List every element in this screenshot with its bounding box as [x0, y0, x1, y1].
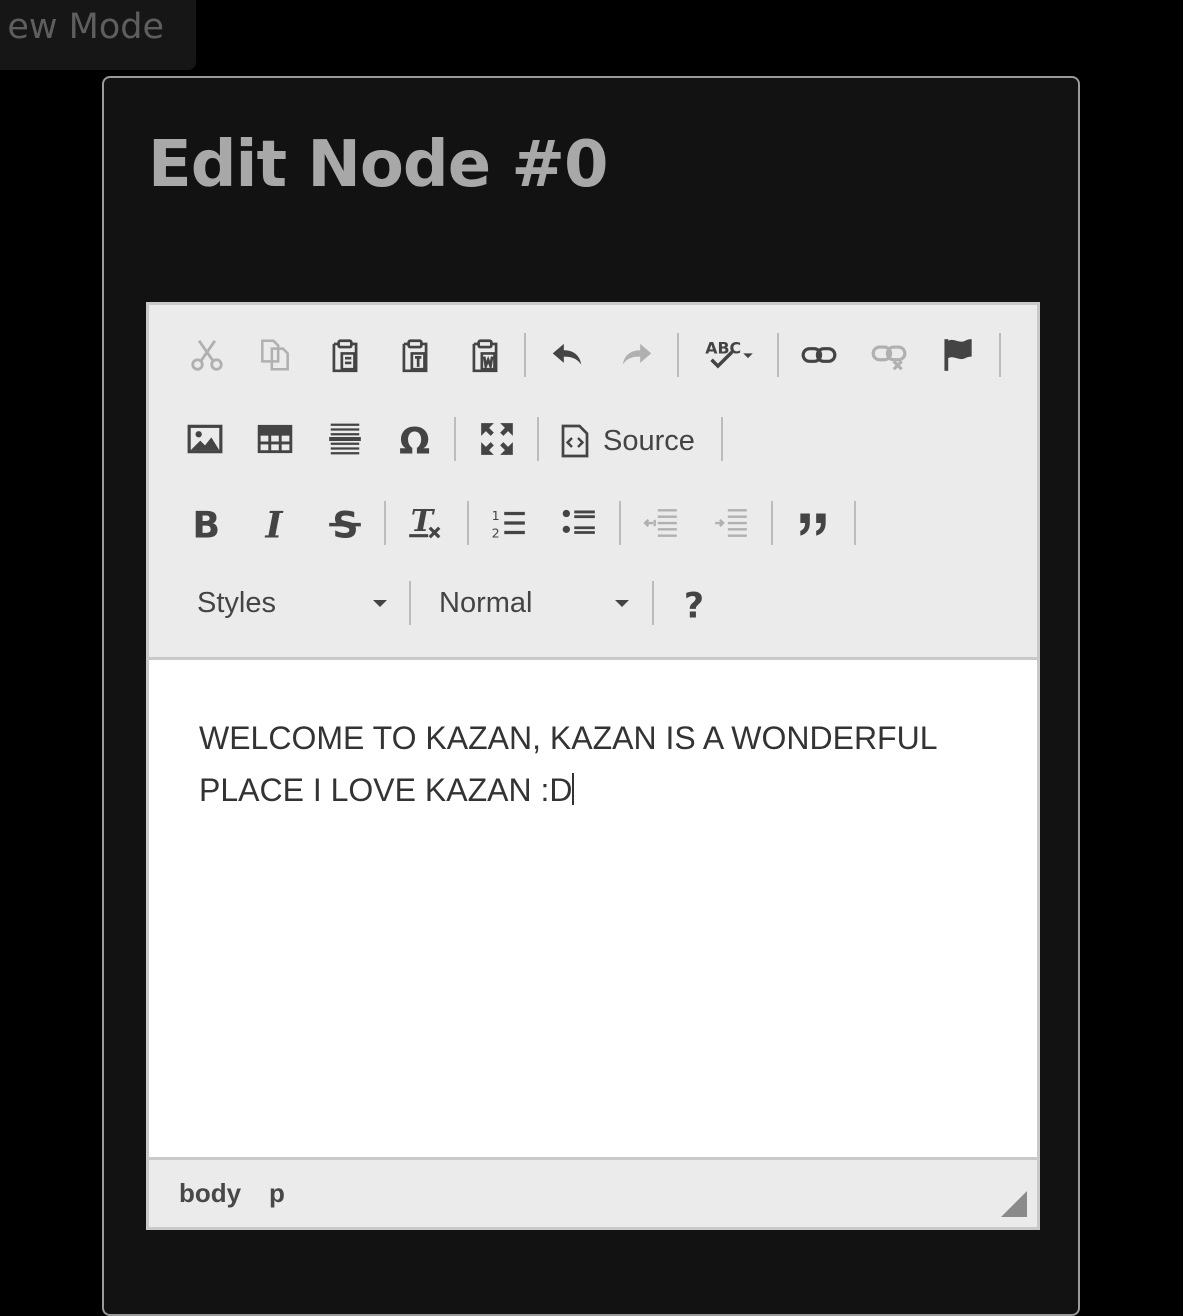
table-icon [257, 424, 293, 454]
svg-text:?: ? [684, 586, 704, 622]
italic-button[interactable]: I [247, 495, 303, 551]
toolbar-separator [854, 501, 856, 545]
toolbar-separator [999, 333, 1001, 377]
rich-text-editor: ABC Ω Source B I T 1 2 Styles Normal ? W… [146, 302, 1040, 1230]
paste-word-icon [472, 339, 498, 373]
paste-word-button[interactable] [457, 327, 513, 383]
styles-dropdown-value: Styles [197, 586, 276, 619]
numbered-list-icon: 12 [492, 508, 525, 540]
format-dropdown-value: Normal [439, 586, 533, 619]
help-icon: ? [684, 586, 704, 622]
paste-icon [332, 339, 358, 373]
numbered-list-button[interactable]: 12 [481, 495, 537, 551]
paste-text-button[interactable] [387, 327, 443, 383]
element-path-bar: body p [149, 1157, 1037, 1227]
strikethrough-icon: S [329, 504, 361, 542]
path-item-body[interactable]: body [179, 1178, 241, 1209]
view-mode-button[interactable]: ew Mode [0, 0, 196, 70]
toolbar-separator [454, 417, 456, 461]
outdent-icon [643, 509, 677, 537]
flag-icon [944, 339, 972, 371]
redo-icon [622, 343, 652, 365]
resize-handle[interactable] [1001, 1191, 1027, 1217]
paste-text-icon [402, 339, 428, 373]
link-icon [801, 347, 837, 363]
toolbar-separator [652, 581, 654, 625]
spellcheck-icon: ABC [705, 338, 753, 369]
svg-text:ABC: ABC [705, 338, 741, 357]
remove-format-button[interactable]: T [397, 495, 453, 551]
styles-dropdown[interactable]: Styles [197, 575, 387, 631]
horizontal-rule-icon [329, 423, 361, 455]
editor-content-area[interactable]: WELCOME TO KAZAN, KAZAN IS A WONDERFUL P… [149, 657, 1037, 1157]
svg-text:I: I [265, 504, 284, 542]
toolbar-separator [777, 333, 779, 377]
image-button[interactable] [177, 411, 233, 467]
table-button[interactable] [247, 411, 303, 467]
indent-icon [715, 509, 747, 537]
anchor-button[interactable] [931, 327, 987, 383]
special-char-button[interactable]: Ω [387, 411, 443, 467]
quote-icon [800, 513, 826, 536]
toolbar-separator [524, 333, 526, 377]
unlink-icon [871, 345, 907, 371]
toolbar-separator [537, 417, 539, 461]
remove-format-icon: T [409, 504, 441, 539]
help-button[interactable]: ? [667, 575, 723, 631]
maximize-button[interactable] [469, 411, 525, 467]
chevron-down-icon [615, 599, 629, 607]
bold-icon: B [192, 504, 220, 542]
dialog-title: Edit Node #0 [148, 128, 609, 202]
svg-text:Ω: Ω [399, 420, 430, 458]
outdent-button[interactable] [633, 495, 689, 551]
cut-button[interactable] [179, 327, 235, 383]
copy-icon [261, 339, 289, 371]
copy-button[interactable] [247, 327, 303, 383]
undo-button[interactable] [539, 327, 595, 383]
toolbar-separator [771, 501, 773, 545]
toolbar-separator [409, 581, 411, 625]
editor-toolbar: ABC Ω Source B I T 1 2 Styles Normal ? [149, 305, 1037, 657]
indent-button[interactable] [703, 495, 759, 551]
editor-text: WELCOME TO KAZAN, KAZAN IS A WONDERFUL P… [199, 720, 937, 808]
format-dropdown[interactable]: Normal [439, 575, 629, 631]
toolbar-separator [677, 333, 679, 377]
image-icon [187, 424, 223, 454]
horizontal-rule-button[interactable] [317, 411, 373, 467]
svg-text:2: 2 [492, 525, 500, 540]
bulleted-list-icon [562, 509, 595, 534]
svg-text:B: B [192, 504, 220, 542]
blockquote-button[interactable] [785, 495, 841, 551]
edit-node-dialog: Edit Node #0 ABC Ω Source B I T 1 2 Styl… [102, 76, 1080, 1316]
toolbar-separator [721, 417, 723, 461]
toolbar-separator [619, 501, 621, 545]
maximize-icon [481, 423, 513, 455]
italic-icon: I [265, 504, 284, 542]
omega-icon: Ω [399, 420, 430, 458]
undo-icon [552, 343, 582, 365]
source-button[interactable]: Source [559, 413, 695, 469]
toolbar-separator [467, 501, 469, 545]
source-icon [561, 424, 589, 458]
unlink-button[interactable] [861, 327, 917, 383]
svg-text:1: 1 [492, 508, 500, 523]
strike-button[interactable]: S [317, 495, 373, 551]
bulleted-list-button[interactable] [551, 495, 607, 551]
chevron-down-icon [373, 599, 387, 607]
redo-button[interactable] [609, 327, 665, 383]
spellcheck-button[interactable]: ABC [694, 327, 764, 383]
bold-button[interactable]: B [177, 495, 233, 551]
source-label: Source [603, 424, 695, 457]
link-button[interactable] [791, 327, 847, 383]
editor-paragraph[interactable]: WELCOME TO KAZAN, KAZAN IS A WONDERFUL P… [199, 712, 989, 816]
scissors-icon [191, 339, 223, 371]
toolbar-separator [384, 501, 386, 545]
paste-button[interactable] [317, 327, 373, 383]
path-item-p[interactable]: p [269, 1178, 285, 1209]
text-caret [572, 773, 575, 805]
